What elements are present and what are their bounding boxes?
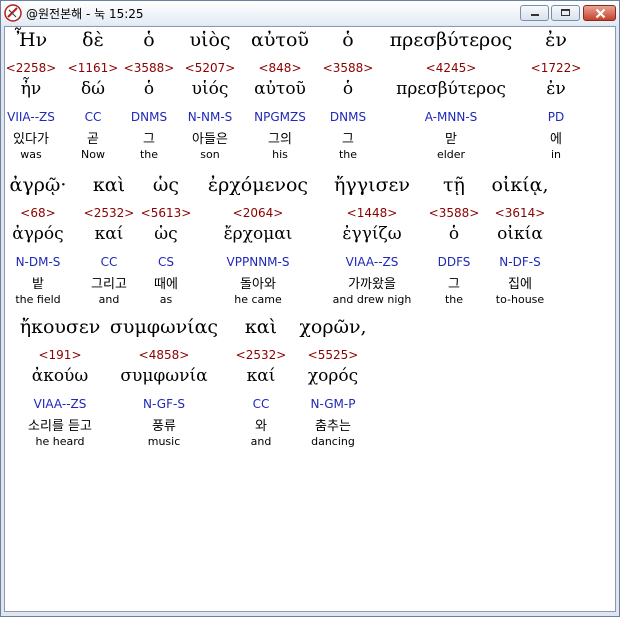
lexeme: χορός (307, 366, 359, 386)
interlinear-view[interactable]: Ἦν <2258> ἦν VIIA--ZS 있다가 was δὲ <1161> δώ CC 곧 Now… (4, 26, 616, 612)
lexeme: οἰκία (497, 224, 543, 244)
korean-gloss: 에 (550, 132, 562, 147)
korean-gloss: 집에 (508, 277, 532, 292)
app-icon (4, 4, 22, 22)
close-icon (595, 8, 606, 19)
strongs-number[interactable]: <2064> (193, 206, 323, 220)
strongs-number[interactable]: <5525> (268, 348, 398, 362)
strongs-number[interactable]: <1722> (491, 61, 615, 75)
greek-word[interactable]: οἰκίᾳ, (455, 174, 585, 196)
strongs-number[interactable]: <3614> (455, 206, 585, 220)
parsing-code: PD (547, 110, 565, 124)
lexeme: ἐν (546, 79, 566, 99)
parsing-code: N-DF-S (499, 255, 541, 269)
english-gloss: to-house (495, 293, 545, 306)
close-button[interactable] (583, 5, 616, 21)
maximize-button[interactable] (551, 5, 580, 21)
greek-word[interactable]: ἐρχόμενος (193, 174, 323, 196)
korean-gloss: 춤추는 (315, 419, 351, 434)
english-gloss: he came (234, 293, 282, 306)
korean-gloss: 돌아와 (240, 277, 276, 292)
parsing-code: VPPNNM-S (226, 255, 290, 269)
maximize-icon (561, 9, 570, 16)
english-gloss: dancing (311, 435, 355, 448)
minimize-button[interactable] (520, 5, 549, 21)
lexeme: ἔρχομαι (223, 224, 293, 244)
parsing-code: N-GM-P (310, 397, 356, 411)
minimize-icon (531, 14, 539, 16)
app-window: @원전본해 - 눅 15:25 Ἦν <2258> ἦν VIIA--ZS 있다가 was… (0, 0, 620, 617)
window-title: @원전본해 - 눅 15:25 (26, 7, 144, 21)
english-gloss: in (550, 148, 562, 161)
title-bar[interactable]: @원전본해 - 눅 15:25 (1, 1, 619, 25)
greek-word[interactable]: ἐν (491, 29, 615, 51)
greek-word[interactable]: χορῶν, (268, 316, 398, 338)
